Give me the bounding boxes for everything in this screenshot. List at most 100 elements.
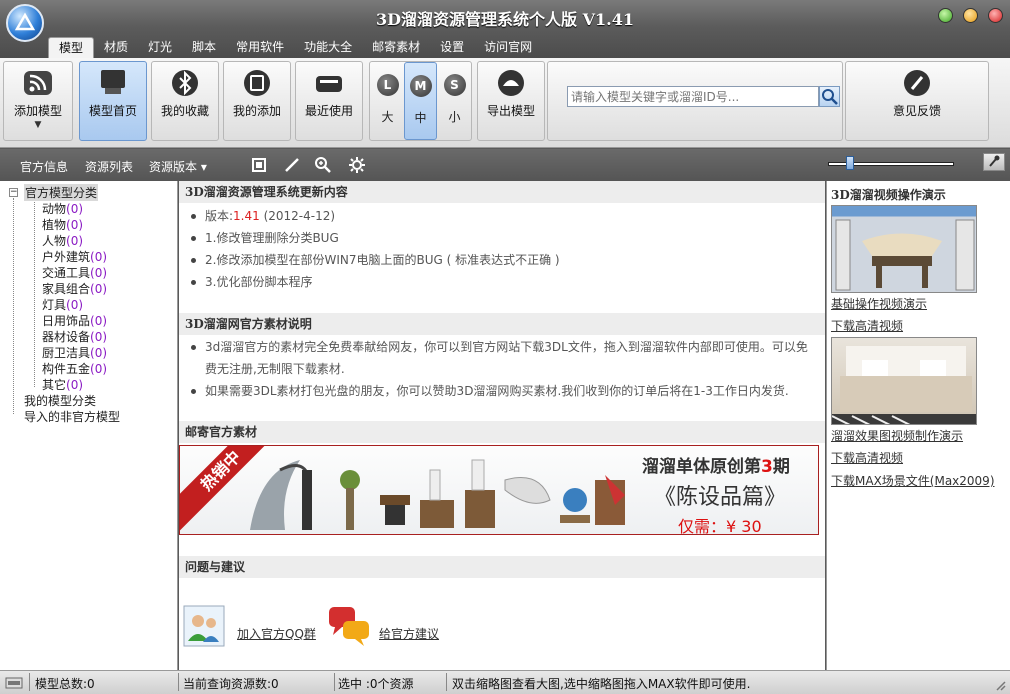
render-video-link[interactable]: 溜溜效果图视频制作演示: [831, 427, 963, 444]
tree-node-category[interactable]: 构件五金(0): [42, 360, 107, 377]
tab-settings[interactable]: 设置: [430, 37, 474, 58]
download-max-scene-link[interactable]: 下载MAX场景文件(Max2009): [831, 472, 995, 489]
size-large-icon: L: [376, 74, 399, 96]
tree-node-official-categories[interactable]: 官方模型分类: [24, 184, 99, 201]
decor-products-illustration: [250, 459, 625, 530]
render-video-thumbnail[interactable]: [831, 337, 977, 425]
tree-node-my-categories[interactable]: 我的模型分类: [24, 392, 96, 409]
download-hd-video-link-2[interactable]: 下载高清视频: [831, 449, 903, 466]
chevron-down-icon: ▼: [34, 120, 42, 130]
tree-node-category[interactable]: 植物(0): [42, 216, 83, 233]
zoom-slider-thumb[interactable]: [845, 156, 854, 170]
status-current-query: 当前查询资源数:0: [183, 677, 279, 691]
size-small-button[interactable]: S 小: [438, 62, 471, 140]
fit-view-icon[interactable]: [250, 156, 268, 174]
tab-visit-website[interactable]: 访问官网: [474, 37, 542, 58]
official-materials-heading: 3D溜溜网官方素材说明: [179, 313, 825, 335]
tree-node-category[interactable]: 人物(0): [42, 232, 83, 249]
suggest-link[interactable]: 给官方建议: [379, 625, 439, 642]
video-panel: 3D溜溜视频操作演示 基础操作视频演示 下载高清视频 溜溜效果图视频制作演示 下…: [826, 181, 1010, 670]
tree-node-category[interactable]: 灯具(0): [42, 296, 83, 313]
brush-icon[interactable]: [283, 156, 301, 174]
main-content: 3D溜溜资源管理系统更新内容 版本:1.41 (2012-4-12) 1.修改管…: [179, 181, 825, 670]
tree-node-category[interactable]: 器材设备(0): [42, 328, 107, 345]
search-panel: [547, 61, 843, 141]
update-item: 2.修改添加模型在部份WIN7电脑上面的BUG ( 标准表达式不正确 ): [191, 249, 560, 271]
tree-node-category[interactable]: 厨卫洁具(0): [42, 344, 107, 361]
status-bar-icon: [5, 677, 23, 689]
app-title: 3D溜溜资源管理系统个人版 V1.41: [376, 10, 634, 29]
search-input[interactable]: [567, 86, 819, 107]
resize-grip-icon[interactable]: [994, 679, 1006, 691]
status-separator: [178, 673, 179, 691]
download-hd-video-link-1[interactable]: 下载高清视频: [831, 317, 903, 334]
recent-used-button[interactable]: 最近使用: [295, 61, 363, 141]
status-separator: [29, 673, 30, 691]
minimize-button[interactable]: [938, 8, 953, 23]
basic-ops-video-thumbnail[interactable]: [831, 205, 977, 293]
title-bar: 3D溜溜资源管理系统个人版 V1.41 模型 材质 灯光 脚本 常用软件 功能大…: [0, 0, 1010, 58]
basic-ops-video-link[interactable]: 基础操作视频演示: [831, 295, 927, 312]
search-button[interactable]: [819, 86, 840, 107]
tab-script[interactable]: 脚本: [182, 37, 226, 58]
video-panel-heading: 3D溜溜视频操作演示: [831, 188, 946, 202]
tab-material[interactable]: 材质: [94, 37, 138, 58]
qa-heading: 问题与建议: [179, 556, 825, 578]
size-medium-button[interactable]: M 中: [404, 62, 437, 140]
feedback-button[interactable]: 意见反馈: [845, 61, 989, 141]
size-large-button[interactable]: L 大: [371, 62, 404, 140]
tree-node-category[interactable]: 日用饰品(0): [42, 312, 107, 329]
size-medium-icon: M: [409, 75, 432, 97]
thumbnail-size-group: L 大 M 中 S 小: [369, 61, 472, 141]
join-qq-group-link[interactable]: 加入官方QQ群: [237, 625, 316, 642]
drive-icon: [316, 76, 342, 92]
pin-button[interactable]: [983, 153, 1005, 171]
tab-lighting[interactable]: 灯光: [138, 37, 182, 58]
tab-common-software[interactable]: 常用软件: [226, 37, 294, 58]
tree-collapse-toggle[interactable]: −: [9, 188, 18, 197]
official-info-link[interactable]: 官方信息: [20, 158, 68, 175]
status-selected: 选中 :0个资源: [338, 677, 414, 691]
banner-price: 仅需：¥ 30: [678, 517, 762, 535]
tree-node-imported-models[interactable]: 导入的非官方模型: [24, 408, 120, 425]
promo-banner[interactable]: 热销中 溜溜单体原创第3期 《陈设品篇》 仅需：¥ 30: [179, 445, 819, 535]
tree-node-category[interactable]: 其它(0): [42, 376, 83, 393]
updates-heading: 3D溜溜资源管理系统更新内容: [179, 181, 825, 203]
tree-node-category[interactable]: 家具组合(0): [42, 280, 107, 297]
tab-mail-materials[interactable]: 邮寄素材: [362, 37, 430, 58]
zoom-in-icon[interactable]: [314, 156, 332, 174]
official-materials-item-continued: 费无注册,无制限下载素材.: [205, 362, 345, 376]
category-tree: 官方模型分类 动物(0) 植物(0) 人物(0) 户外建筑(0) 交通工具(0)…: [0, 181, 178, 670]
video-preview-image: [835, 219, 975, 291]
resource-list-link[interactable]: 资源列表: [85, 158, 133, 175]
size-small-icon: S: [443, 74, 466, 96]
banner-subtitle: 《陈设品篇》: [654, 485, 787, 510]
status-hint: 双击缩略图查看大图,选中缩略图拖入MAX软件即可使用.: [452, 677, 751, 691]
tree-node-category[interactable]: 交通工具(0): [42, 264, 107, 281]
pen-icon: [904, 70, 930, 96]
qq-group-icon[interactable]: [183, 605, 225, 647]
close-button[interactable]: [988, 8, 1003, 23]
tree-node-category[interactable]: 户外建筑(0): [42, 248, 107, 265]
status-separator: [334, 673, 335, 691]
my-favorites-button[interactable]: 我的收藏: [151, 61, 219, 141]
mail-materials-heading: 邮寄官方素材: [179, 421, 825, 443]
tab-all-functions[interactable]: 功能大全: [294, 37, 362, 58]
maximize-button[interactable]: [963, 8, 978, 23]
tree-node-category[interactable]: 动物(0): [42, 200, 83, 217]
add-model-button[interactable]: 添加模型 ▼: [3, 61, 73, 141]
my-added-button[interactable]: 我的添加: [223, 61, 291, 141]
tab-model[interactable]: 模型: [48, 37, 95, 58]
model-home-button[interactable]: 模型首页: [79, 61, 147, 141]
update-item: 3.优化部份脚本程序: [190, 271, 312, 293]
gear-icon[interactable]: [348, 156, 366, 174]
chat-bubbles-icon[interactable]: [327, 603, 371, 647]
banner-title: 溜溜单体原创第3期: [642, 457, 790, 477]
export-model-button[interactable]: 导出模型: [477, 61, 545, 141]
bedroom-preview-image: [832, 346, 976, 424]
main-tabs: 模型 材质 灯光 脚本 常用软件 功能大全 邮寄素材 设置 访问官网: [48, 37, 542, 58]
official-materials-item: 3d溜溜官方的素材完全免费奉献给网友，你可以到官方网站下载3DL文件，拖入到溜溜…: [191, 336, 808, 358]
resource-version-dropdown[interactable]: 资源版本 ▾: [149, 158, 207, 175]
tree-connector: [34, 199, 35, 387]
pin-icon: [989, 155, 1000, 167]
